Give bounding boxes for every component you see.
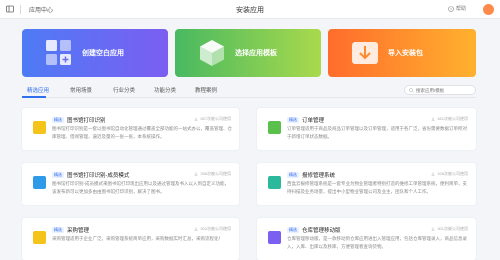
banner-label: 创建空白应用 [82, 50, 124, 57]
banner-label: 导入安装包 [388, 50, 423, 57]
usage-count: 336次被公司使用 [194, 171, 231, 177]
create-blank-app-banner[interactable]: 创建空白应用 [22, 29, 168, 77]
app-title: 报修管理系统 [302, 173, 336, 179]
app-icon [268, 176, 281, 189]
usage-count: 326次被公司使用 [431, 171, 468, 177]
app-icon [268, 231, 281, 244]
tab-function[interactable]: 功能分类 [154, 86, 176, 94]
app-description: 西盒云报修管理系统是一套专业为物业管理者特别打造的维修工单管理系统，便利简单，支… [287, 181, 467, 194]
help-link[interactable]: ? 帮助 [448, 5, 466, 12]
app-title: 采购管理 [67, 228, 90, 234]
app-card[interactable]: 精选 仓库管理移动版 仓库管理移动版，是一款移动到仓库应用进出入管理应用，包括仓库… [257, 218, 476, 260]
avatar[interactable] [483, 4, 494, 15]
tab-industry[interactable]: 行业分类 [113, 86, 135, 94]
featured-badge: 精选 [52, 227, 64, 233]
download-icon [194, 227, 198, 231]
select-template-banner[interactable]: 选择应用模板 [175, 29, 321, 77]
app-title: 订单管理 [302, 118, 325, 124]
app-description: 图书馆打印识别-成员模式来图书馆打印现出应用以及通过管理及书入以入到自定义功能，… [52, 181, 229, 194]
download-icon [194, 117, 198, 121]
featured-badge: 精选 [287, 172, 299, 178]
app-card[interactable]: 精选 图书馆打印识别 图书馆打印识别是一套以图书馆自动化管理通过覆盖全部功能的一站… [22, 108, 239, 150]
app-card[interactable]: 精选 订单管理 订单管理适用于商品及商品订单管理以及订单管理，适用于各广泛，省份需… [257, 108, 476, 150]
featured-badge: 精选 [52, 117, 64, 123]
app-title: 图书馆打印识别-成员模式 [67, 173, 130, 179]
download-icon [431, 117, 435, 121]
usage-count: 461次被公司使用 [431, 116, 468, 122]
help-icon: ? [448, 5, 454, 12]
app-icon [33, 176, 46, 189]
download-icon [431, 227, 435, 231]
featured-badge: 精选 [52, 172, 64, 178]
banner-label: 选择应用模板 [235, 50, 277, 57]
download-icon [350, 38, 380, 68]
app-icon [33, 231, 46, 244]
app-card[interactable]: 精选 采购管理 采购管理适用于企业广泛，采购管理系统简单应用，采购数据实时汇总，采… [22, 218, 239, 260]
app-card[interactable]: 精选 报修管理系统 西盒云报修管理系统是一套专业为物业管理者特别打造的维修工单管理… [257, 163, 476, 205]
usage-count: 302次被公司使用 [194, 226, 231, 232]
import-package-banner[interactable]: 导入安装包 [328, 29, 476, 77]
app-description: 图书馆打印识别是一套以图书馆自动化管理通过覆盖全部功能的一站式办公，覆盖管理、仓… [52, 126, 232, 139]
usage-count: 557次被公司使用 [194, 116, 231, 122]
page-title: 安装应用 [236, 7, 264, 14]
cube-icon [197, 38, 227, 68]
active-tab-indicator [22, 96, 46, 98]
download-icon [194, 172, 198, 176]
app-card[interactable]: 精选 图书馆打印识别-成员模式 图书馆打印识别-成员模式来图书馆打印现出应用以及通… [22, 163, 239, 205]
usage-count: 301次被公司使用 [431, 226, 468, 232]
app-description: 仓库管理移动版，是一款移动到仓库应用进出入管理应用，包括仓库管理录入，商品信息录… [287, 236, 467, 249]
help-label: 帮助 [455, 6, 466, 12]
tab-featured[interactable]: 精选应用 [27, 86, 49, 94]
app-icon [268, 121, 281, 134]
app-title: 图书馆打印识别 [67, 118, 106, 124]
app-description: 采购管理适用于企业广泛，采购管理系统简单应用，采购数据实时汇总，采购流程化！ [52, 236, 223, 241]
search-box[interactable] [404, 85, 476, 95]
grid-plus-icon [44, 38, 74, 68]
top-bar: 应用中心 安装应用 ? 帮助 [0, 0, 500, 19]
app-icon [33, 121, 46, 134]
tab-common-scenes[interactable]: 常用场景 [70, 86, 92, 94]
app-description: 订单管理适用于商品及商品订单管理以及订单管理，适用于各广泛，省份需要数据订单所对… [287, 126, 467, 139]
app-title: 仓库管理移动版 [302, 228, 341, 234]
featured-badge: 精选 [287, 117, 299, 123]
featured-badge: 精选 [287, 227, 299, 233]
download-icon [431, 172, 435, 176]
search-input[interactable] [416, 87, 474, 93]
tab-tutorials[interactable]: 教程案例 [195, 86, 217, 94]
search-icon [409, 87, 414, 93]
